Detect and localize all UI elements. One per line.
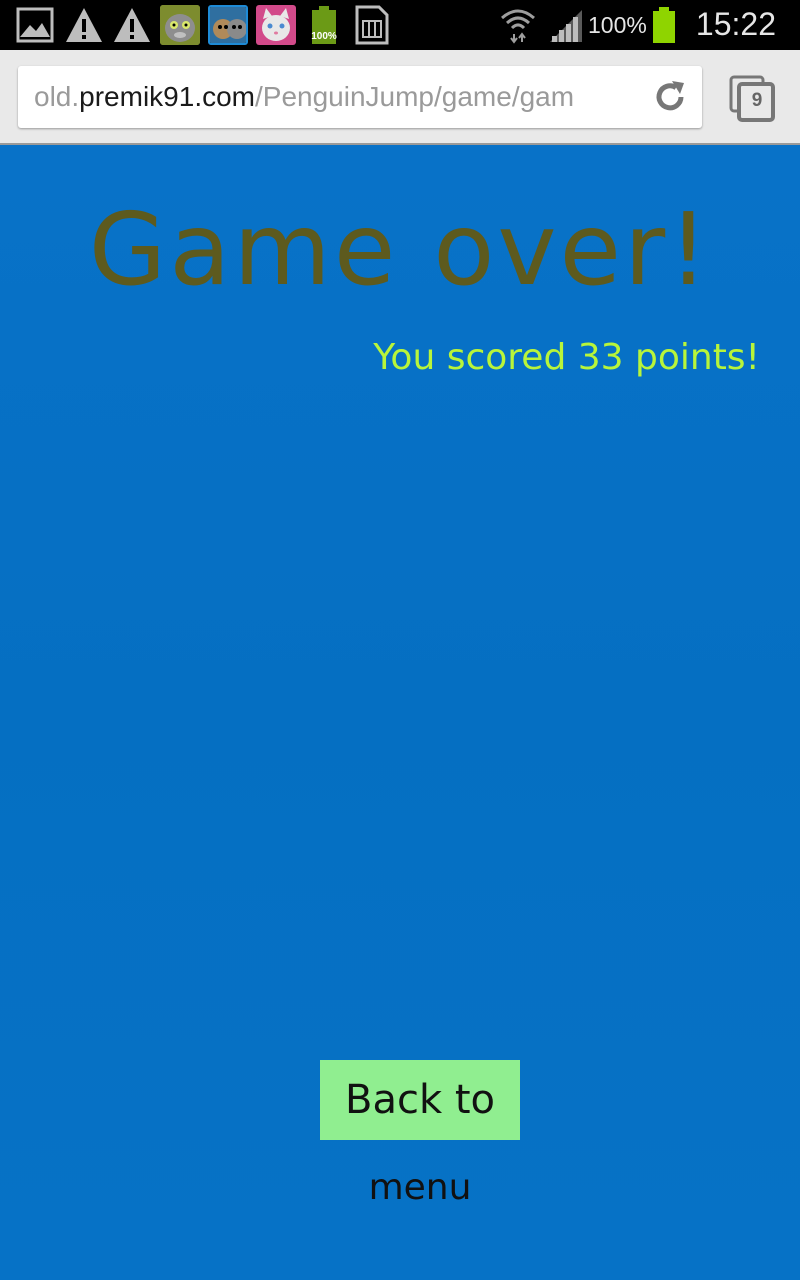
battery-percent: 100%	[588, 12, 647, 38]
warning-icon	[66, 8, 102, 42]
signal-icon	[550, 10, 582, 42]
wifi-icon	[501, 9, 535, 44]
talking-friends-app-icon	[208, 5, 248, 45]
talking-tom-app-icon	[160, 5, 200, 45]
sim-card-icon	[355, 5, 389, 45]
tab-count: 9	[751, 90, 763, 111]
url-field[interactable]: old.premik91.com/PenguinJump/game/gam	[18, 66, 702, 128]
gallery-icon	[16, 7, 54, 43]
reload-icon[interactable]	[652, 79, 688, 115]
url-text[interactable]: old.premik91.com/PenguinJump/game/gam	[34, 78, 634, 116]
url-host: premik91.com	[79, 81, 255, 112]
score-text: You scored 33 points!	[373, 337, 760, 378]
battery-notification-label: 100%	[311, 31, 337, 42]
game-over-title: Game over!	[88, 191, 712, 308]
warning-icon	[114, 8, 150, 42]
back-to-menu-button-overflow-label[interactable]: menu	[320, 1165, 520, 1211]
url-prefix: old.	[34, 81, 80, 112]
back-to-menu-button[interactable]: Back to	[320, 1060, 520, 1140]
game-canvas: Game over! You scored 33 points! Back to…	[0, 145, 800, 1280]
url-path: /PenguinJump/game/gam	[255, 81, 575, 112]
browser-toolbar: old.premik91.com/PenguinJump/game/gam 9	[0, 50, 800, 145]
battery-icon	[653, 7, 675, 43]
status-bar: 100% 100% 15:22	[0, 0, 800, 50]
talking-angela-app-icon	[256, 5, 296, 45]
status-clock: 15:22	[695, 6, 776, 42]
tabs-button[interactable]: 9	[728, 74, 776, 122]
